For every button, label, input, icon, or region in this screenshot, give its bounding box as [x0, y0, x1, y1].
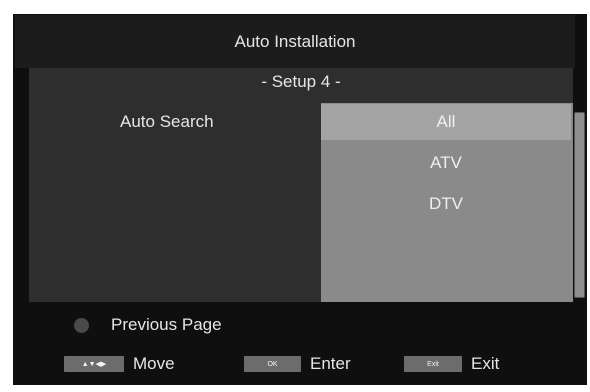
exit-label: Exit: [471, 354, 500, 373]
previous-page-label: Previous Page: [111, 315, 222, 334]
option-atv[interactable]: ATV: [321, 145, 571, 181]
red-button-icon: [74, 317, 89, 333]
option-all[interactable]: All: [321, 104, 571, 140]
option-dtv[interactable]: DTV: [321, 186, 571, 222]
auto-search-label: Auto Search: [120, 112, 214, 131]
setup-step-label: - Setup 4 -: [261, 72, 341, 91]
exit-key-icon: Exit: [404, 356, 462, 372]
arrow-keys-icon: ▲▼◀▶: [64, 356, 124, 372]
ok-key-icon: OK: [244, 356, 301, 372]
move-hint: ▲▼◀▶ Move: [64, 354, 175, 374]
page-title: Auto Installation: [234, 31, 356, 51]
title-bar: Auto Installation: [15, 15, 575, 68]
enter-hint: OK Enter: [244, 354, 351, 374]
exit-hint: Exit Exit: [404, 354, 499, 374]
enter-label: Enter: [310, 354, 351, 373]
option-list-scrollbar[interactable]: [574, 112, 585, 298]
move-label: Move: [133, 354, 175, 373]
previous-page-hint[interactable]: Previous Page: [74, 315, 222, 335]
